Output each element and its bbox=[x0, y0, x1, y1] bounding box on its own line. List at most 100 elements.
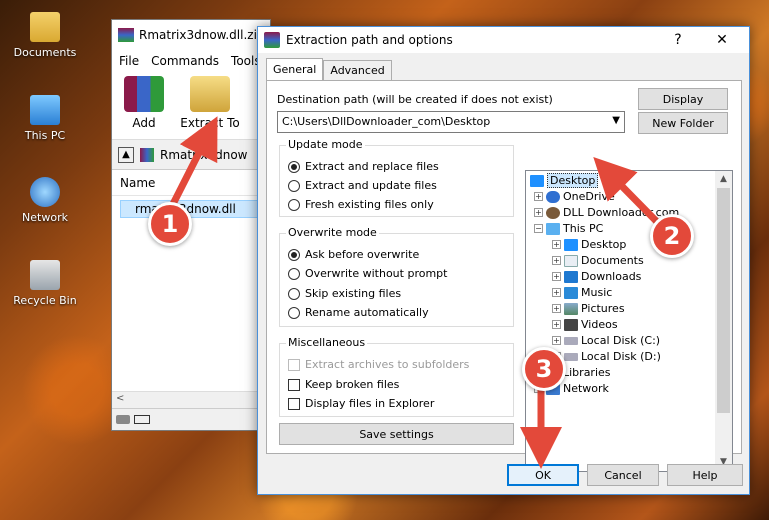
expand-icon[interactable]: + bbox=[552, 336, 561, 345]
user-icon bbox=[546, 206, 560, 219]
help-title-button[interactable]: ? bbox=[657, 27, 699, 53]
desktop-icon bbox=[530, 174, 544, 187]
expand-icon[interactable]: + bbox=[552, 304, 561, 313]
tree-item-downloads[interactable]: + Downloads bbox=[552, 270, 641, 283]
ok-button[interactable]: OK bbox=[507, 464, 579, 486]
radio-rename-auto[interactable]: Rename automatically bbox=[288, 306, 429, 319]
expand-icon[interactable]: + bbox=[552, 320, 561, 329]
expand-icon[interactable]: + bbox=[552, 272, 561, 281]
desktop-icon-documents[interactable]: Documents bbox=[6, 12, 84, 59]
tree-item-onedrive[interactable]: + OneDrive bbox=[534, 190, 615, 203]
radio-icon bbox=[288, 248, 300, 261]
tab-advanced[interactable]: Advanced bbox=[323, 60, 392, 80]
new-folder-button[interactable]: New Folder bbox=[638, 112, 728, 134]
checkbox-display-explorer[interactable]: Display files in Explorer bbox=[288, 397, 434, 410]
desktop-icon-network[interactable]: Network bbox=[6, 177, 84, 224]
radio-ask-before[interactable]: Ask before overwrite bbox=[288, 248, 419, 261]
radio-icon bbox=[288, 179, 300, 192]
checkbox-extract-subfolders[interactable]: Extract archives to subfolders bbox=[288, 358, 469, 371]
folder-icon bbox=[30, 12, 60, 42]
tree-item-pc-desktop[interactable]: + Desktop bbox=[552, 238, 626, 251]
music-icon bbox=[564, 286, 578, 299]
tree-item-user[interactable]: + DLL Downloader.com bbox=[534, 206, 679, 219]
option-label: Ask before overwrite bbox=[305, 248, 420, 261]
overwrite-mode-title: Overwrite mode bbox=[286, 226, 379, 239]
radio-extract-update[interactable]: Extract and update files bbox=[288, 179, 437, 192]
tab-general[interactable]: General bbox=[266, 58, 324, 80]
tree-label: Documents bbox=[581, 254, 644, 267]
expand-icon[interactable]: + bbox=[534, 192, 543, 201]
update-mode-group: Update mode Extract and replace files Ex… bbox=[279, 138, 514, 217]
recycle-bin-icon bbox=[30, 260, 60, 290]
archive-icon bbox=[140, 147, 154, 162]
radio-icon bbox=[288, 267, 300, 280]
up-folder-icon[interactable]: ▲ bbox=[118, 146, 134, 163]
column-name-header[interactable]: Name bbox=[112, 170, 270, 196]
books-icon bbox=[124, 76, 164, 112]
tree-scrollbar[interactable]: ▲ ▼ bbox=[715, 171, 732, 471]
documents-icon bbox=[564, 254, 578, 267]
general-panel: Destination path (will be created if doe… bbox=[266, 80, 742, 472]
desktop-icon-label: Recycle Bin bbox=[13, 294, 77, 307]
scroll-thumb[interactable] bbox=[717, 188, 730, 413]
tree-item-videos[interactable]: + Videos bbox=[552, 318, 618, 331]
checkbox-keep-broken[interactable]: Keep broken files bbox=[288, 378, 399, 391]
close-icon[interactable]: ✕ bbox=[701, 27, 743, 53]
option-label: Display files in Explorer bbox=[305, 397, 435, 410]
add-button[interactable]: Add bbox=[118, 76, 170, 135]
tree-label: Videos bbox=[581, 318, 618, 331]
checkbox-icon bbox=[288, 378, 300, 391]
checkbox-icon bbox=[288, 358, 300, 371]
menu-file[interactable]: File bbox=[119, 54, 139, 68]
collapse-icon[interactable]: − bbox=[534, 224, 543, 233]
option-label: Fresh existing files only bbox=[305, 198, 434, 211]
update-mode-title: Update mode bbox=[286, 138, 365, 151]
option-label: Overwrite without prompt bbox=[305, 267, 448, 280]
cancel-button[interactable]: Cancel bbox=[587, 464, 659, 486]
add-label: Add bbox=[132, 116, 156, 130]
chevron-down-icon[interactable]: ▼ bbox=[612, 115, 620, 126]
desktop-icon-this-pc[interactable]: This PC bbox=[6, 95, 84, 142]
radio-fresh-existing[interactable]: Fresh existing files only bbox=[288, 198, 434, 211]
tree-item-desktop[interactable]: Desktop bbox=[530, 173, 599, 188]
expand-icon[interactable]: + bbox=[552, 288, 561, 297]
folder-tree[interactable]: Desktop + OneDrive + DLL Downloader.com − T… bbox=[525, 170, 733, 472]
save-settings-button[interactable]: Save settings bbox=[279, 423, 514, 445]
pictures-icon bbox=[564, 302, 578, 315]
tree-label: This PC bbox=[563, 222, 604, 235]
menu-commands[interactable]: Commands bbox=[151, 54, 219, 68]
tree-item-documents[interactable]: + Documents bbox=[552, 254, 644, 267]
column-name-label: Name bbox=[120, 175, 156, 190]
expand-icon[interactable]: + bbox=[552, 240, 561, 249]
desktop-icon-recycle-bin[interactable]: Recycle Bin bbox=[6, 260, 84, 307]
tree-label: Music bbox=[581, 286, 613, 299]
radio-overwrite-without[interactable]: Overwrite without prompt bbox=[288, 267, 447, 280]
overwrite-mode-group: Overwrite mode Ask before overwrite Over… bbox=[279, 226, 514, 327]
scroll-up-icon[interactable]: ▲ bbox=[715, 171, 732, 188]
destination-label: Destination path (will be created if doe… bbox=[277, 93, 553, 106]
winrar-address-bar: ▲ Rmatrix3dnow bbox=[112, 140, 270, 170]
checkbox-icon bbox=[288, 397, 300, 410]
tree-item-pictures[interactable]: + Pictures bbox=[552, 302, 625, 315]
winrar-menu: File Commands Tools bbox=[112, 50, 270, 72]
tree-item-local-disk-d[interactable]: +Local Disk (D:) bbox=[552, 350, 661, 363]
tree-label: Local Disk (D:) bbox=[581, 350, 661, 363]
display-button[interactable]: Display bbox=[638, 88, 728, 110]
radio-skip-existing[interactable]: Skip existing files bbox=[288, 287, 401, 300]
winrar-toolbar: Add Extract To bbox=[112, 72, 270, 140]
drive-icon bbox=[116, 415, 130, 424]
expand-icon[interactable]: + bbox=[552, 256, 561, 265]
radio-extract-replace[interactable]: Extract and replace files bbox=[288, 160, 439, 173]
help-button[interactable]: Help bbox=[667, 464, 743, 486]
expand-icon[interactable]: + bbox=[534, 208, 543, 217]
tree-item-music[interactable]: + Music bbox=[552, 286, 612, 299]
folder-extract-icon bbox=[190, 76, 230, 112]
destination-path-combo[interactable]: C:\Users\DllDownloader_com\Desktop ▼ bbox=[277, 111, 625, 133]
horizontal-scrollbar[interactable]: < bbox=[112, 391, 270, 408]
step-badge-2: 2 bbox=[650, 214, 694, 258]
tree-item-this-pc[interactable]: − This PC bbox=[534, 222, 603, 235]
dialog-titlebar: Extraction path and options ? ✕ bbox=[258, 27, 749, 53]
file-row[interactable]: rmatrix3dnow.dll bbox=[120, 200, 270, 218]
extract-to-button[interactable]: Extract To bbox=[180, 76, 240, 135]
tree-item-local-disk-c[interactable]: + Local Disk (C:) bbox=[552, 334, 660, 347]
